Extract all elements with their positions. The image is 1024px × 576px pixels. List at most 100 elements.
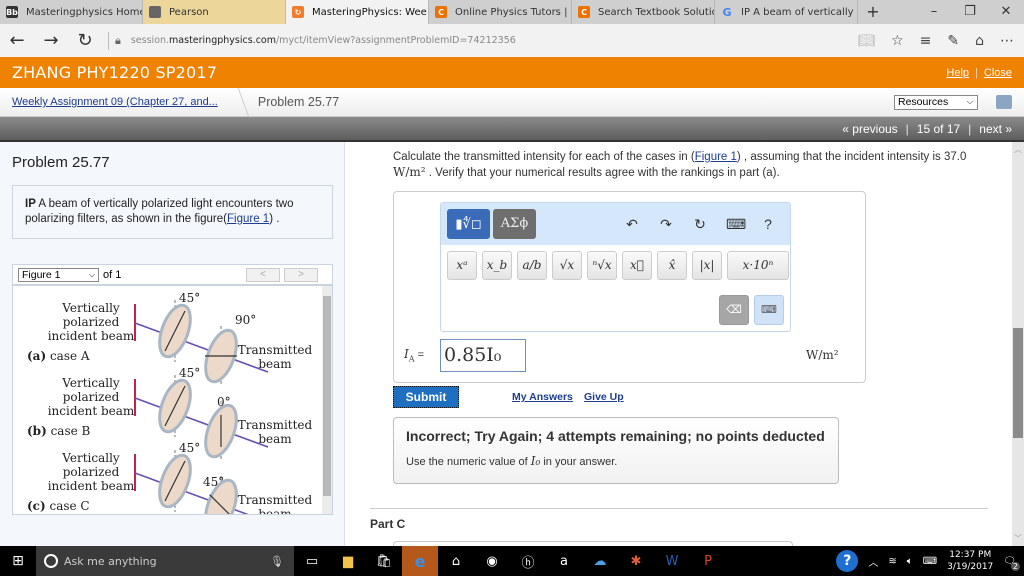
url-field[interactable]: session.masteringphysics.com/myct/itemVi…	[131, 35, 516, 46]
breadcrumb-current: Problem 25.77	[257, 95, 340, 109]
next-link[interactable]: next »	[979, 122, 1012, 136]
microphone-icon[interactable]: 🎙︎	[270, 555, 284, 568]
square-root-button[interactable]: √x	[552, 251, 582, 280]
transmitted-label: beam	[258, 432, 292, 446]
subscript-button[interactable]: x_b	[482, 251, 512, 280]
wifi-icon[interactable]: ≋	[888, 556, 896, 567]
chevron-down-icon: ⌵	[966, 97, 973, 106]
clock[interactable]: 12:37 PM 3/19/2017	[947, 549, 993, 573]
resources-dropdown[interactable]: Resources ⌵	[894, 94, 978, 110]
redo-icon[interactable]: ↷	[658, 216, 674, 233]
home-icon[interactable]: ⌂	[438, 546, 474, 576]
scroll-down-icon[interactable]: ﹀	[1012, 533, 1024, 544]
filter-1-angle: 45°	[179, 366, 200, 380]
superscript-button[interactable]: xᵃ	[447, 251, 477, 280]
favorite-star-icon[interactable]: ☆	[891, 33, 904, 49]
figure-link[interactable]: Figure 1	[695, 151, 737, 163]
answer-unit: W/m²	[806, 348, 839, 362]
cortana-search[interactable]: Ask me anything 🎙︎	[36, 546, 294, 576]
help-tray-icon[interactable]: ?	[836, 550, 859, 572]
symbols-button[interactable]: ΑΣϕ	[493, 209, 536, 239]
hub-icon[interactable]: ≡	[920, 33, 932, 49]
incident-label: Vertically	[61, 376, 120, 390]
incident-label: polarized	[63, 465, 120, 479]
keyboard-shortcuts-icon[interactable]: ⌨	[726, 216, 746, 233]
reset-icon[interactable]: ↻	[692, 216, 708, 233]
backspace-button[interactable]: ⌫	[719, 295, 749, 325]
answer-input[interactable]: 0.85I₀	[440, 339, 526, 372]
web-note-icon[interactable]: ✎	[947, 33, 959, 49]
figure-scroll-thumb[interactable]	[323, 296, 331, 496]
edge-icon[interactable]: e	[402, 546, 438, 576]
breadcrumb-assignment-link[interactable]: Weekly Assignment 09 (Chapter 27, and...	[12, 96, 218, 108]
breadcrumb-separator	[220, 87, 250, 117]
tab-chegg-textbook[interactable]: C Search Textbook Solution	[572, 0, 715, 24]
file-explorer-icon[interactable]: ▆	[330, 546, 366, 576]
word-icon[interactable]: W	[654, 546, 690, 576]
lock-icon: 🔒︎	[115, 33, 121, 47]
store-icon[interactable]: 🛍︎	[366, 546, 402, 576]
refresh-icon[interactable]: ↻	[68, 30, 102, 51]
scroll-up-icon[interactable]: ︿	[1012, 144, 1024, 155]
page-scroll-thumb[interactable]	[1013, 328, 1023, 438]
undo-icon[interactable]: ↶	[624, 216, 640, 233]
feedback-box: Incorrect; Try Again; 4 attempts remaini…	[393, 417, 839, 484]
minimize-button[interactable]: –	[916, 0, 952, 24]
onedrive-icon[interactable]: ☁	[582, 546, 618, 576]
tab-mastering-physics[interactable]: ↻ MasteringPhysics: Wee ✕	[286, 0, 429, 24]
cortana-icon	[44, 554, 58, 568]
powerpoint-icon[interactable]: P	[690, 546, 726, 576]
help-link[interactable]: Help	[946, 67, 969, 79]
blackboard-icon: Bb	[6, 6, 18, 18]
my-answers-link[interactable]: My Answers	[512, 391, 573, 403]
reading-view-icon[interactable]: 📖︎	[857, 33, 875, 49]
unit-vector-button[interactable]: x̂	[657, 251, 687, 280]
windows-start-icon[interactable]: ⊞	[0, 553, 36, 569]
submit-button[interactable]: Submit	[393, 386, 459, 408]
figure-next-button[interactable]: >	[284, 267, 318, 282]
keyboard-icon[interactable]: ⌨	[923, 556, 937, 567]
back-icon[interactable]: ←	[0, 30, 34, 51]
amazon-icon[interactable]: a	[546, 546, 582, 576]
volume-muted-icon[interactable]: 🔈︎	[907, 556, 913, 567]
figure-scrollbar[interactable]	[322, 286, 332, 514]
problem-pane: Problem 25.77 IP A beam of vertically po…	[0, 142, 345, 546]
tab-pearson[interactable]: Pearson	[143, 0, 286, 24]
incident-label: Vertically	[61, 301, 120, 315]
templates-button[interactable]: ▮∜◻	[447, 209, 490, 239]
vector-button[interactable]: x⃗	[622, 251, 652, 280]
hp-icon[interactable]: ⓗ	[510, 546, 546, 576]
window-close-button[interactable]: ✕	[988, 0, 1024, 24]
app-icon[interactable]: ✱	[618, 546, 654, 576]
transmitted-label: Transmitted	[238, 343, 313, 357]
figure-select[interactable]: Figure 1 ⌵	[18, 267, 99, 282]
fraction-button[interactable]: a/b	[517, 251, 547, 280]
tab-blackboard[interactable]: Bb Masteringphysics Homew	[0, 0, 143, 24]
more-icon[interactable]: ⋯	[1000, 33, 1014, 49]
math-editor-toolbar: ▮∜◻ ΑΣϕ ↶ ↷ ↻ ⌨ ? xᵃ x_b a/b √x ⁿ√x x⃗ x…	[440, 202, 791, 332]
close-link[interactable]: Close	[984, 67, 1012, 79]
nth-root-button[interactable]: ⁿ√x	[587, 251, 617, 280]
scientific-notation-button[interactable]: x·10ⁿ	[727, 251, 789, 280]
tab-chegg-tutors[interactable]: C Online Physics Tutors | Ch	[429, 0, 572, 24]
restore-button[interactable]: ❐	[952, 0, 988, 24]
notifications-icon[interactable]: 🗨︎ 2	[1003, 556, 1020, 571]
incident-label: incident beam	[48, 329, 135, 343]
forward-icon[interactable]: →	[34, 30, 68, 51]
print-icon[interactable]	[996, 95, 1012, 109]
figure-link[interactable]: Figure 1	[227, 213, 269, 225]
page-scrollbar[interactable]: ︿ ﹀	[1012, 142, 1024, 546]
new-tab-button[interactable]: +	[858, 0, 888, 24]
show-keyboard-button[interactable]: ⌨	[754, 295, 784, 325]
figure-prev-button[interactable]: <	[246, 267, 280, 282]
webcam-icon[interactable]: ◉	[474, 546, 510, 576]
tab-google[interactable]: G IP A beam of vertically pol	[715, 0, 858, 24]
previous-link[interactable]: « previous	[842, 122, 897, 136]
give-up-link[interactable]: Give Up	[584, 391, 624, 403]
absolute-value-button[interactable]: |x|	[692, 251, 722, 280]
google-icon: G	[722, 5, 732, 19]
task-view-icon[interactable]: ▭	[294, 546, 330, 576]
chevron-up-icon[interactable]: ︿	[868, 554, 878, 569]
share-icon[interactable]: ⌂	[975, 33, 984, 49]
help-icon[interactable]: ?	[760, 216, 776, 233]
